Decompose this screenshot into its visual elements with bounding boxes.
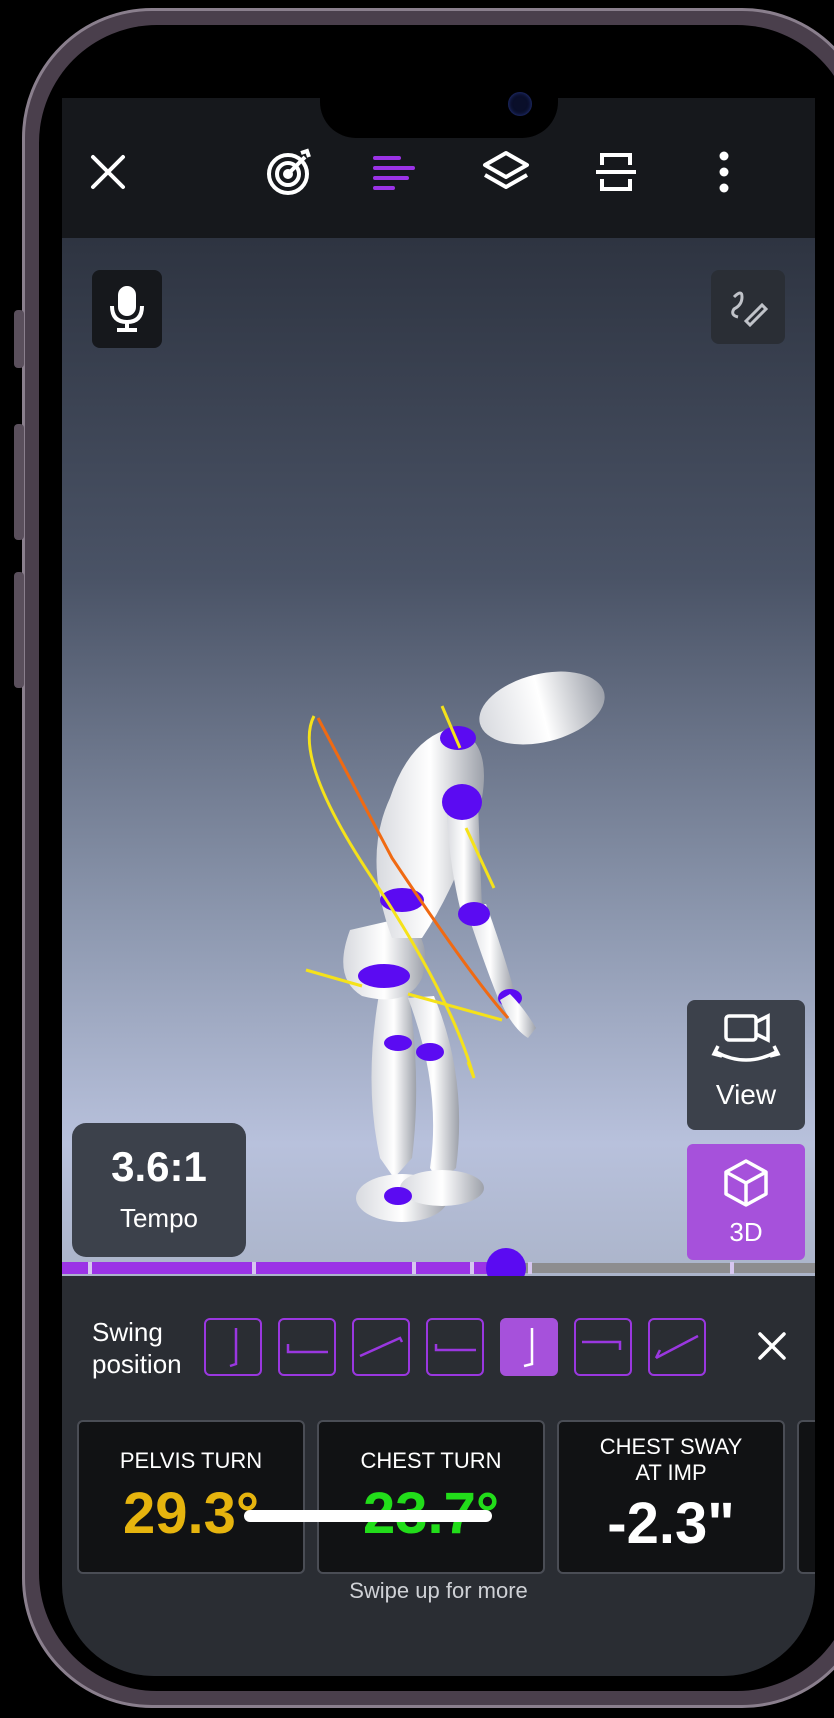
camera-rotate-icon <box>711 1013 781 1062</box>
swing-position-4[interactable] <box>426 1318 484 1376</box>
front-camera <box>508 92 532 116</box>
swing-position-1[interactable] <box>204 1318 262 1376</box>
more-vertical-icon[interactable] <box>694 142 754 202</box>
metric-title: PELVIS TURN <box>119 1448 263 1473</box>
3d-label: 3D <box>729 1217 763 1247</box>
crop-icon[interactable] <box>586 142 646 202</box>
timeline-tick <box>412 1262 416 1274</box>
swing-position-7[interactable] <box>648 1318 706 1376</box>
swing-position-6[interactable] <box>574 1318 632 1376</box>
microphone-icon[interactable] <box>92 270 162 348</box>
timeline-tick <box>88 1262 92 1274</box>
home-indicator[interactable] <box>244 1510 492 1522</box>
timeline-scrubber[interactable] <box>62 1248 815 1288</box>
tempo-value: 3.6:1 <box>111 1143 207 1190</box>
swing-position-2[interactable] <box>278 1318 336 1376</box>
metric-value: -2.3" <box>607 1491 735 1556</box>
close-icon[interactable] <box>78 142 138 202</box>
swing-label-line2: position <box>92 1349 182 1379</box>
timeline-tick <box>252 1262 256 1274</box>
tempo-label: Tempo <box>119 1203 199 1233</box>
3d-mode-button[interactable]: 3D <box>687 1144 805 1260</box>
swipe-hint: Swipe up for more <box>349 1578 528 1603</box>
close-swing-position-icon[interactable] <box>752 1326 792 1366</box>
swing-position-5[interactable] <box>500 1318 558 1376</box>
pencil-draw-icon[interactable] <box>711 270 785 344</box>
phone-volume-down <box>14 572 24 688</box>
timeline-progress <box>62 1262 507 1274</box>
metric-title-line1: CHEST SWAY <box>599 1434 743 1459</box>
metric-title: CHEST SWAY AT IMP <box>559 1434 783 1486</box>
metric-card-partial[interactable] <box>797 1420 815 1574</box>
metric-card-pelvis-turn[interactable]: PELVIS TURN 29.3° <box>77 1420 305 1574</box>
phone-mute-switch <box>14 310 24 368</box>
swing-position-label: Swing position <box>92 1316 182 1380</box>
timeline-tick <box>528 1262 532 1274</box>
metrics-panel: Swing position PELVIS TURN 29.3° CHEST T… <box>62 1276 815 1676</box>
metric-card-chest-turn[interactable]: CHEST TURN 23.7° <box>317 1420 545 1574</box>
target-icon[interactable] <box>260 142 320 202</box>
golfer-mannequin <box>305 671 605 1222</box>
timeline-tick <box>730 1262 734 1274</box>
phone-volume-up <box>14 424 24 540</box>
swing-position-3[interactable] <box>352 1318 410 1376</box>
metric-title: CHEST TURN <box>360 1448 502 1473</box>
swing-label-line1: Swing <box>92 1317 163 1347</box>
swing-3d-viewport[interactable]: 3.6:1 Tempo View 3D <box>62 238 815 1370</box>
timeline-tick <box>470 1262 474 1274</box>
metric-card-chest-sway[interactable]: CHEST SWAY AT IMP -2.3" <box>557 1420 785 1574</box>
layers-icon[interactable] <box>476 142 536 202</box>
app-screen: 3.6:1 Tempo View 3D Swing position PELVI… <box>62 98 815 1676</box>
view-label: View <box>715 1079 777 1110</box>
tempo-card: 3.6:1 Tempo <box>72 1123 246 1257</box>
cube-icon <box>724 1159 768 1207</box>
lines-icon[interactable] <box>364 142 424 202</box>
view-button[interactable]: View <box>687 1000 805 1130</box>
metric-title-line2: AT IMP <box>635 1460 707 1485</box>
